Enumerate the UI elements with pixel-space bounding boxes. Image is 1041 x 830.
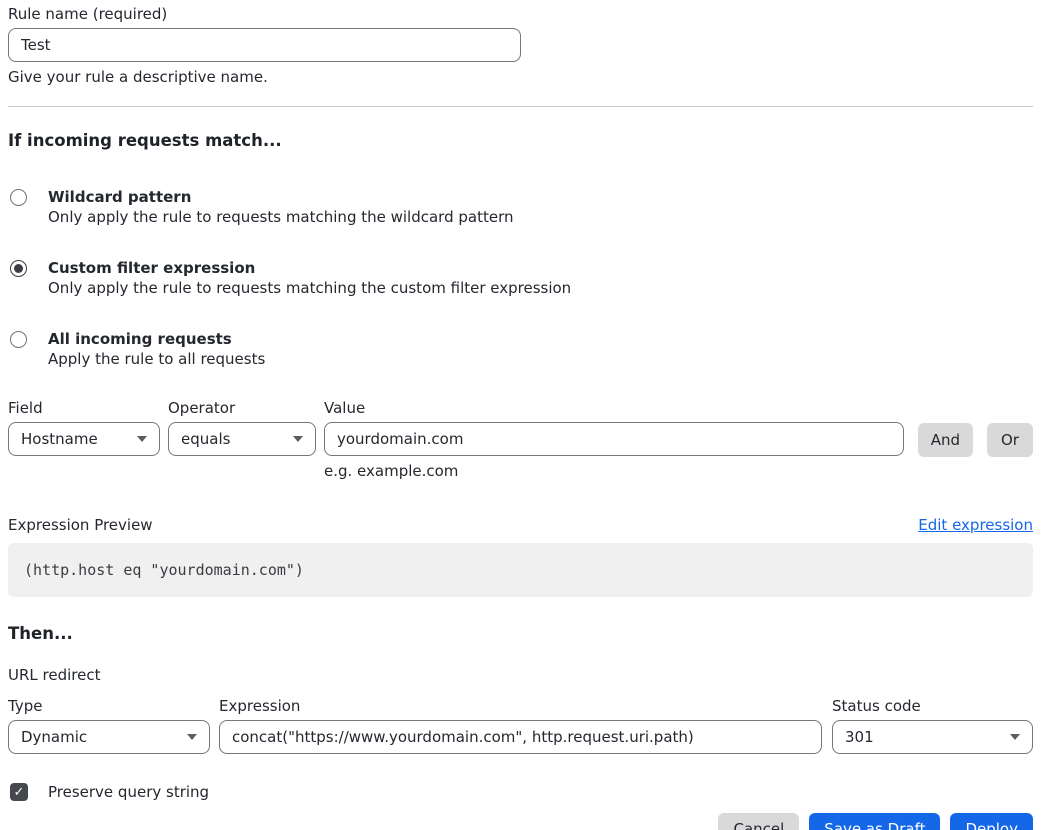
rule-name-helper: Give your rule a descriptive name. (8, 68, 1033, 86)
radio-option-wildcard-pattern[interactable]: Wildcard pattern Only apply the rule to … (8, 188, 1033, 226)
field-select-value: Hostname (21, 430, 98, 448)
radio-option-label: All incoming requests (48, 330, 265, 348)
or-button[interactable]: Or (987, 423, 1033, 457)
radio-option-description: Only apply the rule to requests matching… (48, 279, 571, 297)
match-type-radio-group: Wildcard pattern Only apply the rule to … (8, 188, 1033, 368)
radio-option-description: Only apply the rule to requests matching… (48, 208, 513, 226)
radio-option-label: Wildcard pattern (48, 188, 513, 206)
redirect-settings-row: Type Dynamic Expression Status code 301 (8, 697, 1033, 754)
chevron-down-icon (293, 436, 303, 442)
checkbox-checked-icon[interactable]: ✓ (10, 783, 28, 801)
status-code-select-value: 301 (845, 728, 874, 746)
form-footer: Cancel Save as Draft Deploy (8, 813, 1033, 830)
condition-builder-row: Field Hostname Operator equals Value e.g… (8, 399, 1033, 480)
value-input[interactable] (324, 422, 904, 456)
redirect-expression-input[interactable] (219, 720, 822, 754)
radio-option-description: Apply the rule to all requests (48, 350, 265, 368)
operator-label: Operator (168, 399, 316, 417)
save-as-draft-button[interactable]: Save as Draft (809, 813, 940, 830)
then-section-heading: Then... (8, 624, 1033, 643)
edit-expression-link[interactable]: Edit expression (918, 516, 1033, 534)
rule-name-label: Rule name (required) (8, 5, 1033, 23)
expression-preview-header: Expression Preview Edit expression (8, 516, 1033, 534)
rule-editor-form: Rule name (required) Give your rule a de… (0, 0, 1041, 830)
match-section-heading: If incoming requests match... (8, 131, 1033, 150)
radio-option-all-incoming-requests[interactable]: All incoming requests Apply the rule to … (8, 330, 1033, 368)
radio-option-custom-filter-expression[interactable]: Custom filter expression Only apply the … (8, 259, 1033, 297)
radio-option-label: Custom filter expression (48, 259, 571, 277)
chevron-down-icon (1010, 734, 1020, 740)
rule-name-input[interactable] (8, 28, 521, 62)
status-code-select[interactable]: 301 (832, 720, 1033, 754)
redirect-type-select[interactable]: Dynamic (8, 720, 210, 754)
redirect-expression-label: Expression (219, 697, 822, 715)
preserve-query-string-label: Preserve query string (48, 783, 209, 801)
value-label: Value (324, 399, 904, 417)
chevron-down-icon (137, 436, 147, 442)
expression-preview-label: Expression Preview (8, 516, 153, 534)
operator-select[interactable]: equals (168, 422, 316, 456)
radio-button-icon[interactable] (10, 189, 27, 206)
field-select[interactable]: Hostname (8, 422, 160, 456)
radio-button-icon[interactable] (10, 331, 27, 348)
deploy-button[interactable]: Deploy (950, 813, 1033, 830)
field-label: Field (8, 399, 160, 417)
expression-preview-code: (http.host eq "yourdomain.com") (8, 543, 1033, 597)
value-helper: e.g. example.com (324, 462, 904, 480)
operator-select-value: equals (181, 430, 230, 448)
redirect-type-select-value: Dynamic (21, 728, 87, 746)
and-button[interactable]: And (918, 423, 973, 457)
chevron-down-icon (187, 734, 197, 740)
cancel-button[interactable]: Cancel (718, 813, 799, 830)
preserve-query-string-row[interactable]: ✓ Preserve query string (8, 783, 1033, 801)
status-code-label: Status code (832, 697, 1033, 715)
type-label: Type (8, 697, 210, 715)
url-redirect-action-label: URL redirect (8, 666, 1033, 684)
radio-button-selected-icon[interactable] (10, 260, 27, 277)
section-divider (8, 106, 1033, 107)
